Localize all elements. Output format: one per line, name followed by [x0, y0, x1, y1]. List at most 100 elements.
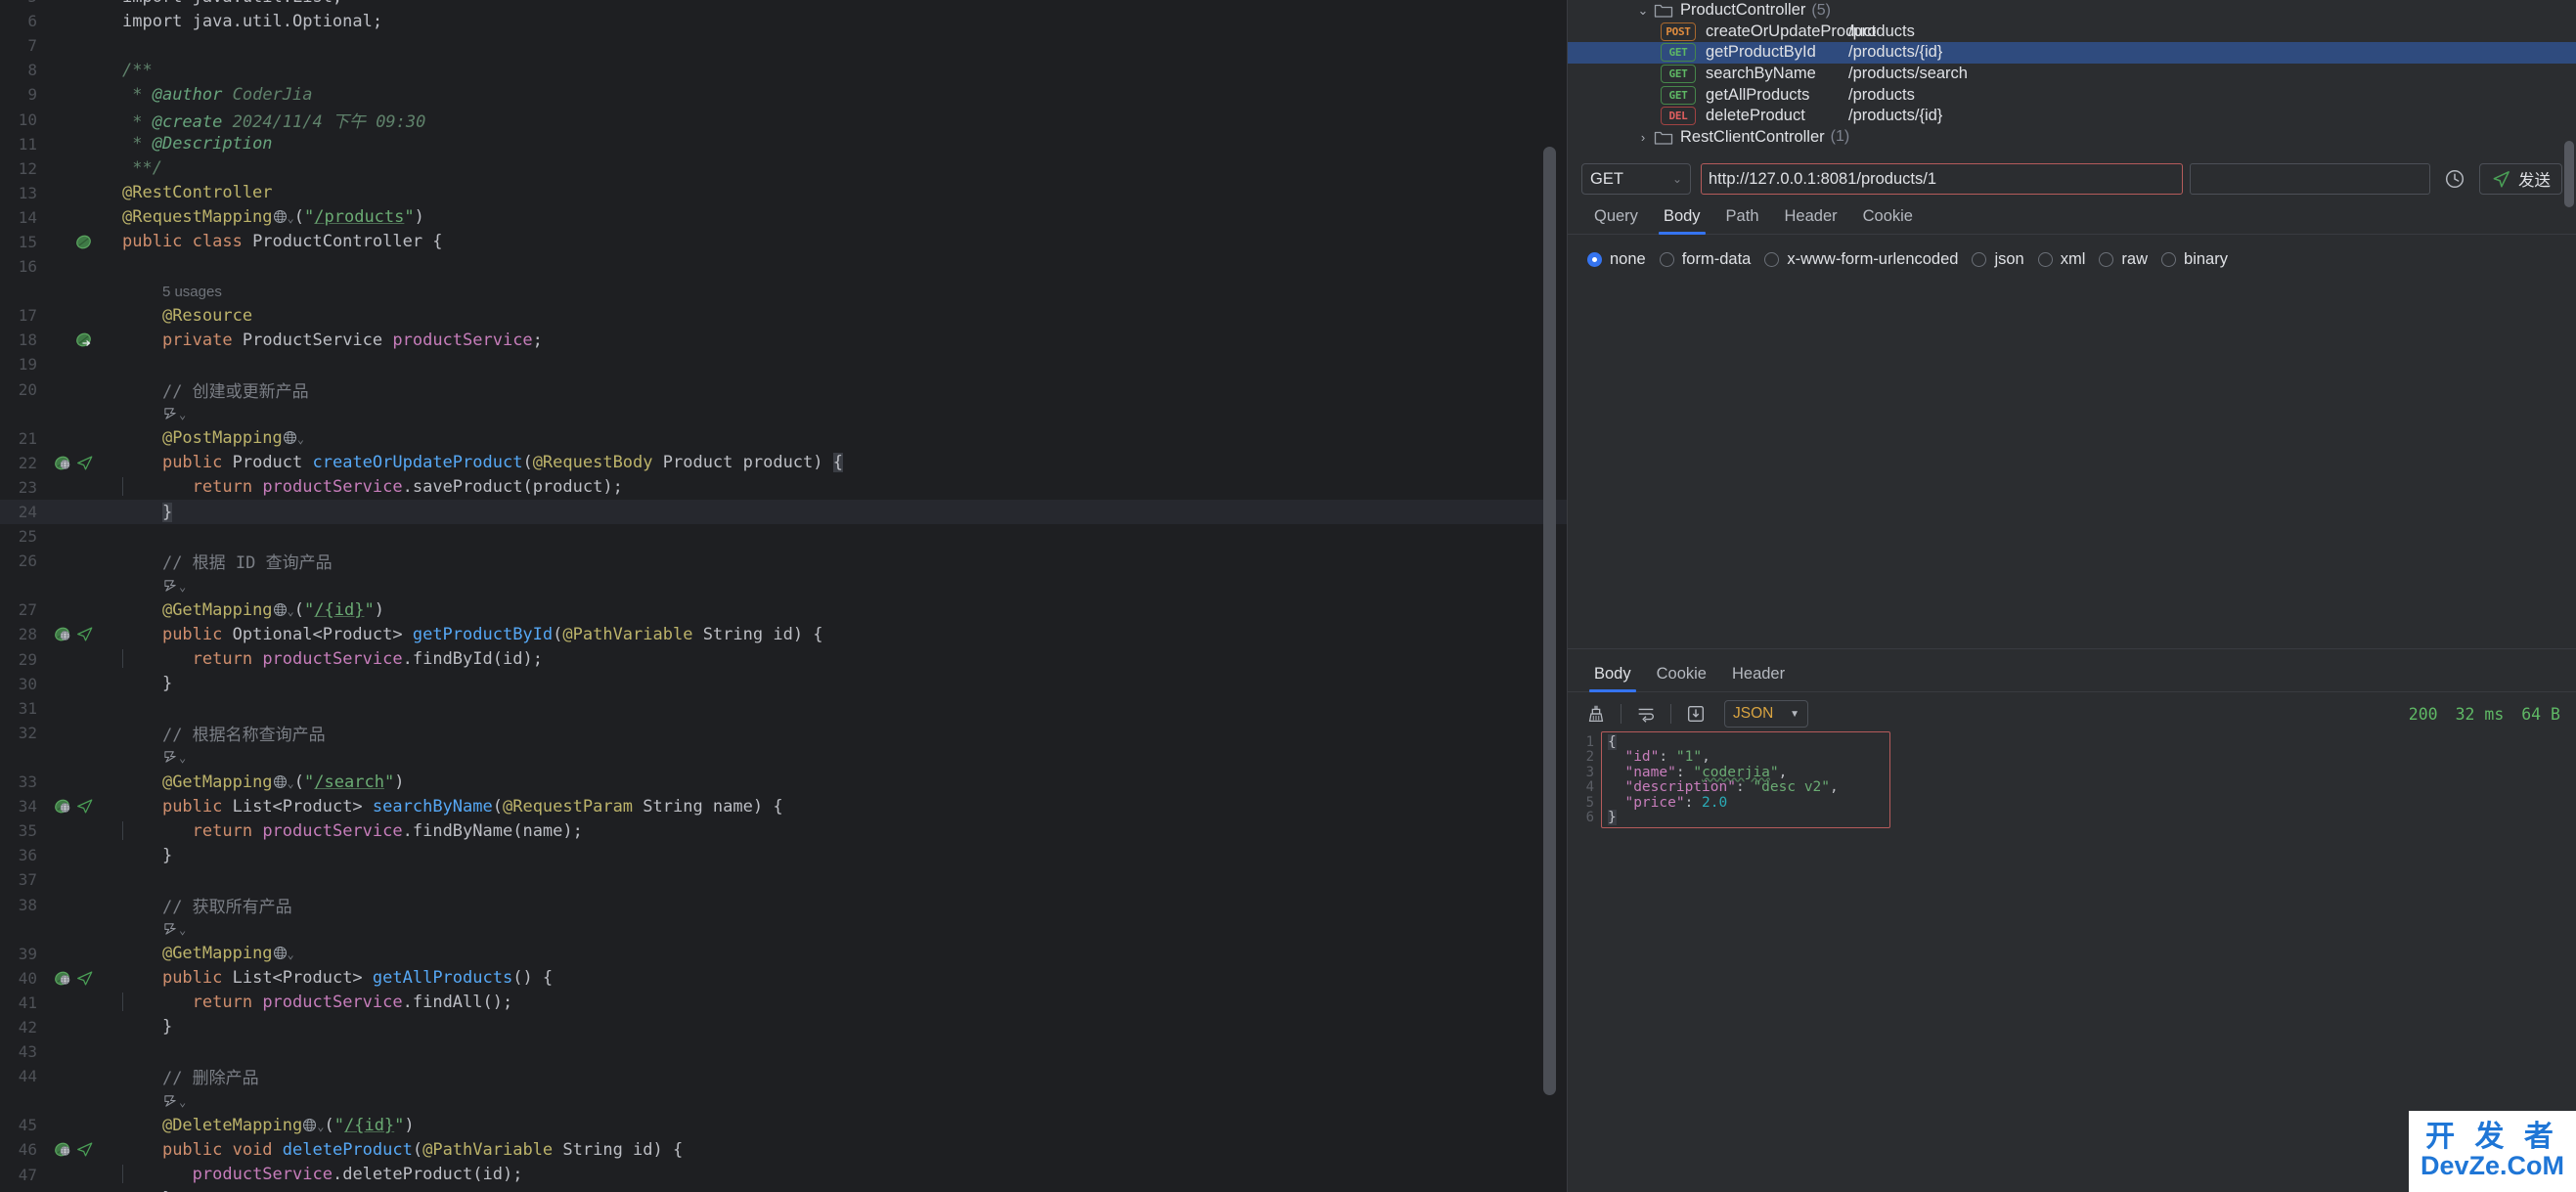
code-line[interactable]: 5 usages — [0, 279, 1568, 303]
code-text[interactable]: @GetMapping ⌄ — [98, 944, 1568, 963]
radio-dot[interactable] — [2161, 252, 2177, 267]
send-button[interactable]: 发送 — [2479, 163, 2563, 195]
body-type-binary[interactable]: binary — [2161, 250, 2228, 269]
code-text[interactable]: import java.util.Optional; — [98, 12, 1568, 31]
code-text[interactable] — [98, 1042, 1568, 1062]
http-request-gutter-icon[interactable] — [162, 1093, 179, 1108]
code-text[interactable]: ⌄ — [98, 1091, 1568, 1111]
code-text[interactable]: public List<Product> searchByName(@Reque… — [98, 797, 1568, 817]
run-request-icon[interactable] — [75, 626, 94, 642]
code-text[interactable]: return productService.findById(id); — [98, 649, 1568, 669]
request-tab-header[interactable]: Header — [1772, 207, 1850, 234]
code-editor[interactable]: 5 import java.util.List; 6 import java.util… — [0, 0, 1568, 1192]
chevron-down-icon[interactable]: ⌄ — [179, 923, 186, 937]
code-text[interactable]: // 根据 ID 查询产品 — [98, 549, 1568, 573]
chevron-down-icon[interactable]: ⌄ — [179, 580, 186, 594]
code-text[interactable] — [98, 527, 1568, 547]
code-line[interactable]: 43 — [0, 1039, 1568, 1064]
code-line[interactable]: 21 @PostMapping ⌄ — [0, 426, 1568, 451]
spring-bean-icon[interactable] — [75, 331, 94, 348]
response-tab-body[interactable]: Body — [1581, 665, 1644, 692]
code-text[interactable]: @PostMapping ⌄ — [98, 428, 1568, 448]
radio-dot[interactable] — [1659, 252, 1674, 267]
code-text[interactable]: /** — [98, 61, 1568, 80]
code-line[interactable]: 41 return productService.findAll(); — [0, 991, 1568, 1015]
globe-icon[interactable] — [273, 774, 288, 789]
code-line[interactable]: 6 import java.util.Optional; — [0, 9, 1568, 33]
chevron-down-icon[interactable]: ⌄ — [179, 1095, 186, 1109]
globe-icon[interactable] — [273, 946, 288, 960]
http-request-gutter-icon[interactable] — [162, 921, 179, 936]
code-text[interactable]: * @create 2024/11/4 下午 09:30 — [98, 108, 1568, 132]
response-tab-cookie[interactable]: Cookie — [1644, 665, 1719, 691]
request-body-area[interactable] — [1568, 285, 2576, 648]
code-text[interactable]: // 删除产品 — [98, 1064, 1568, 1088]
code-line[interactable]: 22 public Product createOrUpdateProduct(… — [0, 451, 1568, 475]
chevron-down-icon[interactable]: ⌄ — [179, 408, 186, 421]
download-icon[interactable] — [1683, 701, 1709, 727]
code-line[interactable]: 46 public void deleteProduct(@PathVariab… — [0, 1137, 1568, 1162]
tree-group-RestClientController[interactable]: › RestClientController (1) — [1568, 127, 2576, 149]
code-line[interactable]: 36 } — [0, 843, 1568, 867]
history-icon[interactable] — [2440, 164, 2469, 194]
code-line[interactable]: ⌄ — [0, 573, 1568, 597]
code-text[interactable]: return productService.findByName(name); — [98, 820, 1568, 841]
code-line[interactable]: 16 — [0, 254, 1568, 279]
code-text[interactable]: public List<Product> getAllProducts() { — [98, 968, 1568, 988]
chevron-down-icon[interactable]: ⌄ — [288, 211, 294, 225]
chevron-down-icon[interactable]: ⌄ — [179, 751, 186, 765]
code-line[interactable]: ⌄ — [0, 917, 1568, 942]
spring-bean-icon[interactable] — [75, 234, 94, 250]
code-text[interactable]: public class ProductController { — [98, 232, 1568, 251]
code-line[interactable]: 18 private ProductService productService… — [0, 328, 1568, 352]
response-format-select[interactable]: JSON ▼ — [1724, 700, 1808, 728]
code-line[interactable]: 24 } — [0, 499, 1568, 525]
code-line[interactable]: 37 — [0, 867, 1568, 892]
body-type-x-www-form-urlencoded[interactable]: x-www-form-urlencoded — [1764, 250, 1958, 269]
code-line[interactable]: 19 — [0, 352, 1568, 376]
code-line[interactable]: 5 import java.util.List; — [0, 0, 1568, 9]
soft-wrap-icon[interactable] — [1633, 701, 1659, 727]
radio-dot[interactable] — [2099, 252, 2114, 267]
endpoint-getAllProducts[interactable]: GET getAllProducts/products — [1568, 84, 2576, 106]
endpoint-createOrUpdateProduct[interactable]: POST createOrUpdateProduct/products — [1568, 22, 2576, 43]
endpoint-getProductById[interactable]: GET getProductById/products/{id} — [1568, 42, 2576, 64]
code-line[interactable]: 8 /** — [0, 58, 1568, 82]
code-text[interactable]: @DeleteMapping ⌄("/{id}") — [98, 1116, 1568, 1135]
chevron-down-icon[interactable]: ⌄ — [288, 948, 294, 961]
request-tabs[interactable]: Query Body Path Header Cookie — [1568, 199, 2576, 235]
code-line[interactable]: 13 @RestController — [0, 181, 1568, 205]
gutter-markers[interactable] — [45, 1141, 98, 1158]
code-line[interactable]: 14 @RequestMapping ⌄("/products") — [0, 205, 1568, 230]
request-tab-query[interactable]: Query — [1581, 207, 1651, 234]
code-line[interactable]: 34 public List<Product> searchByName(@Re… — [0, 794, 1568, 818]
twisty-icon[interactable]: › — [1632, 130, 1654, 145]
code-text[interactable]: **/ — [98, 158, 1568, 178]
code-line[interactable]: 32 // 根据名称查询产品 — [0, 721, 1568, 745]
body-type-xml[interactable]: xml — [2037, 250, 2085, 269]
spring-endpoint-icon[interactable] — [54, 626, 72, 642]
body-type-none[interactable]: none — [1587, 250, 1646, 269]
radio-dot[interactable] — [1764, 252, 1780, 267]
code-line[interactable]: 38 // 获取所有产品 — [0, 892, 1568, 917]
url-input-extension[interactable] — [2190, 163, 2431, 195]
code-text[interactable]: private ProductService productService; — [98, 331, 1568, 350]
code-text[interactable]: ⌄ — [98, 747, 1568, 767]
code-text[interactable]: * @Description — [98, 134, 1568, 154]
run-request-icon[interactable] — [75, 798, 94, 815]
code-text[interactable]: @GetMapping ⌄("/search") — [98, 773, 1568, 792]
code-line[interactable]: 42 } — [0, 1015, 1568, 1039]
spring-endpoint-icon[interactable] — [54, 1141, 72, 1158]
broom-icon[interactable] — [1583, 701, 1609, 727]
code-line[interactable]: 47 productService.deleteProduct(id); — [0, 1163, 1568, 1187]
code-text[interactable]: 5 usages — [98, 282, 1568, 301]
code-text[interactable]: productService.deleteProduct(id); — [98, 1165, 1568, 1184]
globe-icon[interactable] — [283, 430, 297, 445]
code-line[interactable]: 45 @DeleteMapping ⌄("/{id}") — [0, 1113, 1568, 1137]
code-line[interactable]: 10 * @create 2024/11/4 下午 09:30 — [0, 107, 1568, 132]
code-line[interactable]: 31 — [0, 696, 1568, 721]
code-line[interactable]: 40 public List<Product> getAllProducts()… — [0, 966, 1568, 991]
gutter-markers[interactable] — [45, 626, 98, 642]
response-tabs[interactable]: Body Cookie Header — [1568, 649, 2576, 692]
code-line[interactable]: 15 public class ProductController { — [0, 230, 1568, 254]
